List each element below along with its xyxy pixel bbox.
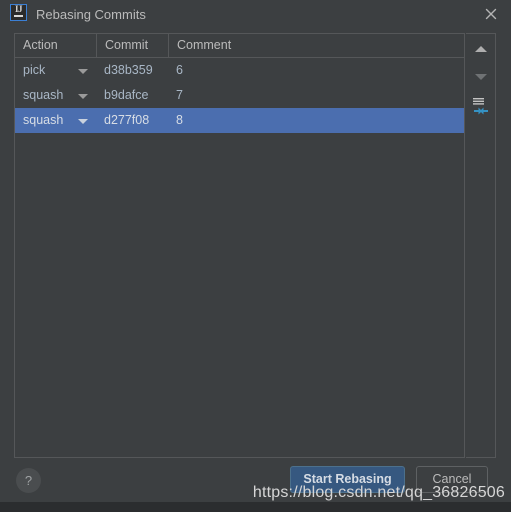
cancel-button-label: Cancel — [432, 472, 472, 486]
commits-table[interactable]: Action Commit Comment pick d38b359 6 squ… — [14, 33, 465, 458]
table-row[interactable]: pick d38b359 6 — [15, 58, 464, 83]
arrow-up-icon — [475, 46, 487, 52]
squash-icon — [473, 98, 488, 115]
rebasing-commits-dialog: IJ Rebasing Commits Action Commit Commen… — [0, 0, 511, 502]
cell-commit: d277f08 — [104, 113, 150, 127]
arrow-down-icon — [475, 74, 487, 80]
column-header-action[interactable]: Action — [15, 34, 96, 57]
table-row[interactable]: squash b9dafce 7 — [15, 83, 464, 108]
start-rebasing-button-label: Start Rebasing — [303, 472, 392, 486]
cell-comment: 7 — [176, 88, 183, 102]
squash-commits-button[interactable] — [466, 92, 495, 118]
status-bar-strip — [0, 502, 511, 512]
chevron-down-icon[interactable] — [78, 69, 88, 74]
start-rebasing-button[interactable]: Start Rebasing — [290, 466, 405, 493]
intellij-idea-icon: IJ — [10, 4, 27, 21]
chevron-down-icon[interactable] — [78, 94, 88, 99]
move-down-button[interactable] — [466, 64, 495, 90]
chevron-down-icon[interactable] — [78, 119, 88, 124]
question-mark-icon: ? — [24, 473, 33, 488]
cell-comment: 6 — [176, 63, 183, 77]
dialog-title: Rebasing Commits — [36, 7, 146, 22]
table-row-selected[interactable]: squash d277f08 8 — [15, 108, 464, 133]
table-side-toolbar — [466, 33, 496, 458]
help-button[interactable]: ? — [16, 468, 41, 493]
column-header-commit[interactable]: Commit — [96, 34, 168, 57]
intellij-idea-icon-bar — [14, 15, 23, 17]
cancel-button[interactable]: Cancel — [416, 466, 488, 493]
move-up-button[interactable] — [466, 36, 495, 62]
cell-comment: 8 — [176, 113, 183, 127]
column-header-comment[interactable]: Comment — [168, 34, 464, 57]
cell-commit: b9dafce — [104, 88, 149, 102]
dialog-title-bar: IJ Rebasing Commits — [0, 0, 511, 30]
table-body: pick d38b359 6 squash b9dafce 7 squash d… — [15, 58, 464, 457]
cell-commit: d38b359 — [104, 63, 153, 77]
intellij-idea-icon-text: IJ — [14, 4, 23, 14]
table-header-row: Action Commit Comment — [15, 34, 464, 58]
close-icon[interactable] — [481, 4, 501, 24]
